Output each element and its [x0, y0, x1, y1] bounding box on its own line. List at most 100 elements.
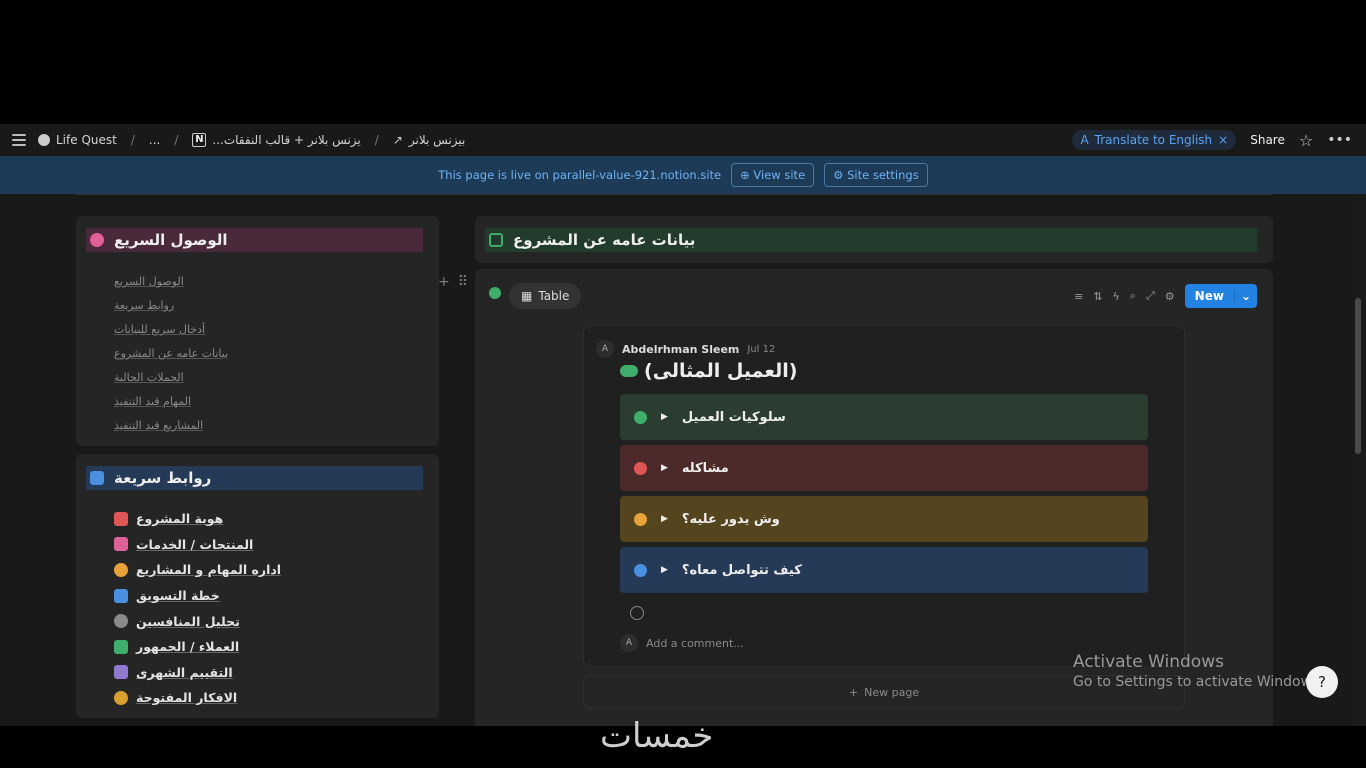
record-title: (العميل المثالى) — [620, 360, 797, 382]
new-page-label: New page — [864, 685, 920, 699]
quick-access-link[interactable]: الحملات الحالية — [114, 370, 228, 386]
help-avatar-icon[interactable]: ? — [1306, 666, 1338, 698]
happy-icon — [634, 563, 647, 577]
quick-access-header: الوصول السريع — [86, 228, 423, 252]
globe-icon: ⊕ — [740, 168, 754, 182]
expand-icon[interactable]: ⤢ — [1146, 289, 1155, 303]
breadcrumb-workspace[interactable]: Life Quest — [56, 133, 117, 147]
target-icon — [114, 562, 128, 577]
quick-link-label: العملاء / الجمهور — [136, 639, 240, 655]
toggle-arrow-icon[interactable]: ▶ — [661, 565, 668, 575]
page-content: الوصول السريع الوصول السريع روابط سريعة … — [0, 194, 1352, 729]
share-button[interactable]: Share — [1250, 133, 1285, 147]
workspace-icon — [38, 134, 50, 146]
quick-link-item[interactable]: الافكار المفتوحة — [114, 685, 281, 711]
translate-icon: A — [1080, 133, 1089, 147]
filter-icon[interactable]: ≡ — [1074, 290, 1083, 303]
angry-icon — [634, 461, 647, 475]
star-icon[interactable]: ☆ — [1299, 131, 1313, 150]
more-icon[interactable]: ••• — [1327, 132, 1352, 148]
translate-label: Translate to English — [1094, 133, 1213, 147]
sort-icon[interactable]: ⇅ — [1093, 290, 1102, 303]
watermark-line1: Activate Windows — [1073, 652, 1224, 672]
record-date: Jul 12 — [747, 343, 776, 355]
breadcrumb-ellipsis[interactable]: ... — [149, 133, 160, 147]
quick-link-item[interactable]: هوية المشروع — [114, 506, 281, 532]
bottom-logo: خمسات — [600, 716, 714, 756]
user-icon — [114, 614, 128, 629]
scrollbar-track[interactable] — [1352, 194, 1366, 726]
quick-link-item[interactable]: العملاء / الجمهور — [114, 634, 281, 660]
menu-icon[interactable] — [12, 134, 26, 146]
person-icon — [489, 287, 501, 299]
drag-handle-icon[interactable]: ⠿ — [458, 274, 468, 290]
breadcrumb: Life Quest / ... / N ...يزنس بلانر + قال… — [38, 133, 465, 147]
quick-access-link[interactable]: المشاريع قيد التنفيذ — [114, 418, 228, 434]
quick-link-label: هوية المشروع — [136, 511, 224, 527]
record-title-text: (العميل المثالى) — [644, 360, 798, 382]
top-bar: Life Quest / ... / N ...يزنس بلانر + قال… — [0, 124, 1366, 156]
avatar: A — [596, 340, 614, 358]
plus-icon: + — [848, 685, 859, 699]
avatar: A — [620, 634, 638, 652]
breadcrumb-template[interactable]: ...يزنس بلانر + قالب النفقات — [212, 133, 360, 147]
new-button[interactable]: New ⌄ — [1184, 284, 1257, 308]
quick-link-item[interactable]: تحليل المنافسين — [114, 608, 281, 634]
record-meta: A Abdelrhman Sleem Jul 12 — [596, 340, 775, 358]
site-settings-button[interactable]: ⚙ Site settings — [824, 163, 928, 187]
toggle-arrow-icon[interactable]: ▶ — [661, 412, 668, 422]
toggle-arrow-icon[interactable]: ▶ — [661, 463, 668, 473]
calendar-icon — [114, 665, 128, 680]
automation-icon[interactable]: ϟ — [1113, 290, 1120, 303]
quick-link-item[interactable]: التقييم الشهرى — [114, 660, 281, 686]
project-overview-card: بيانات عامه عن المشروع — [475, 216, 1273, 263]
settings-icon[interactable]: ⚙ — [1165, 290, 1175, 303]
add-reaction-icon[interactable] — [630, 606, 644, 620]
layers-icon — [90, 471, 104, 485]
translate-button[interactable]: A Translate to English × — [1072, 130, 1237, 150]
pentagon-icon — [489, 233, 503, 247]
quick-access-card: الوصول السريع الوصول السريع روابط سريعة … — [76, 216, 439, 446]
windows-watermark: Activate Windows Go to Settings to activ… — [1073, 652, 1324, 690]
add-block-icon[interactable]: + — [438, 274, 450, 290]
watermark-line2: Go to Settings to activate Windows. — [1073, 674, 1324, 690]
lightbulb-icon — [114, 690, 128, 705]
topbar-actions: A Translate to English × Share ☆ ••• — [1072, 130, 1352, 150]
record-preview: A Abdelrhman Sleem Jul 12 (العميل المثال… — [583, 325, 1185, 667]
search-icon[interactable]: ⌕ — [1130, 289, 1136, 303]
database-toolbar: ▦ Table ≡ ⇅ ϟ ⌕ ⤢ ⚙ New ⌄ — [475, 269, 1273, 323]
view-tab-table[interactable]: ▦ Table — [509, 283, 582, 309]
comment-placeholder: Add a comment... — [646, 636, 744, 650]
comment-bar[interactable]: A Add a comment... — [620, 634, 744, 652]
scrollbar-thumb[interactable] — [1355, 298, 1361, 454]
quick-access-link[interactable]: المهام قيد التنفيذ — [114, 394, 228, 410]
divider — [76, 194, 1272, 195]
quick-link-item[interactable]: خطة التسويق — [114, 583, 281, 609]
database-tools: ≡ ⇅ ϟ ⌕ ⤢ ⚙ New ⌄ — [1074, 284, 1257, 308]
toggle-label: مشاكله — [681, 460, 729, 476]
close-icon[interactable]: × — [1218, 133, 1228, 147]
project-overview-header: بيانات عامه عن المشروع — [485, 228, 1257, 252]
quick-links-list: هوية المشروع المنتجات / الخدمات اداره ال… — [114, 506, 281, 711]
quick-link-item[interactable]: المنتجات / الخدمات — [114, 532, 281, 558]
toggle-arrow-icon[interactable]: ▶ — [661, 514, 668, 524]
quick-access-link[interactable]: الوصول السريع — [114, 274, 228, 290]
quick-access-title: الوصول السريع — [114, 231, 228, 249]
quick-access-link[interactable]: أدخال سريع للبيانات — [114, 322, 228, 338]
quick-access-link[interactable]: بيانات عامه عن المشروع — [114, 346, 228, 362]
toggle-label: سلوكيات العميل — [681, 409, 786, 425]
sitemap-icon — [114, 537, 128, 552]
quick-links-header: روابط سريعة — [86, 466, 423, 490]
toggle-block[interactable]: ▶ كيف تتواصل معاه؟ — [620, 547, 1148, 593]
quick-link-item[interactable]: اداره المهام و المشاريع — [114, 557, 281, 583]
quick-link-label: خطة التسويق — [136, 588, 220, 604]
view-site-button[interactable]: ⊕ View site — [731, 163, 815, 187]
quick-access-link[interactable]: روابط سريعة — [114, 298, 228, 314]
toggle-block[interactable]: ▶ سلوكيات العميل — [620, 394, 1148, 440]
breadcrumb-separator: / — [374, 133, 379, 147]
toggle-block[interactable]: ▶ وش يدور عليه؟ — [620, 496, 1148, 542]
chevron-down-icon[interactable]: ⌄ — [1235, 289, 1257, 303]
toggle-label: كيف تتواصل معاه؟ — [681, 562, 802, 578]
breadcrumb-page[interactable]: بيزنس بلانر — [409, 133, 466, 147]
toggle-block[interactable]: ▶ مشاكله — [620, 445, 1148, 491]
